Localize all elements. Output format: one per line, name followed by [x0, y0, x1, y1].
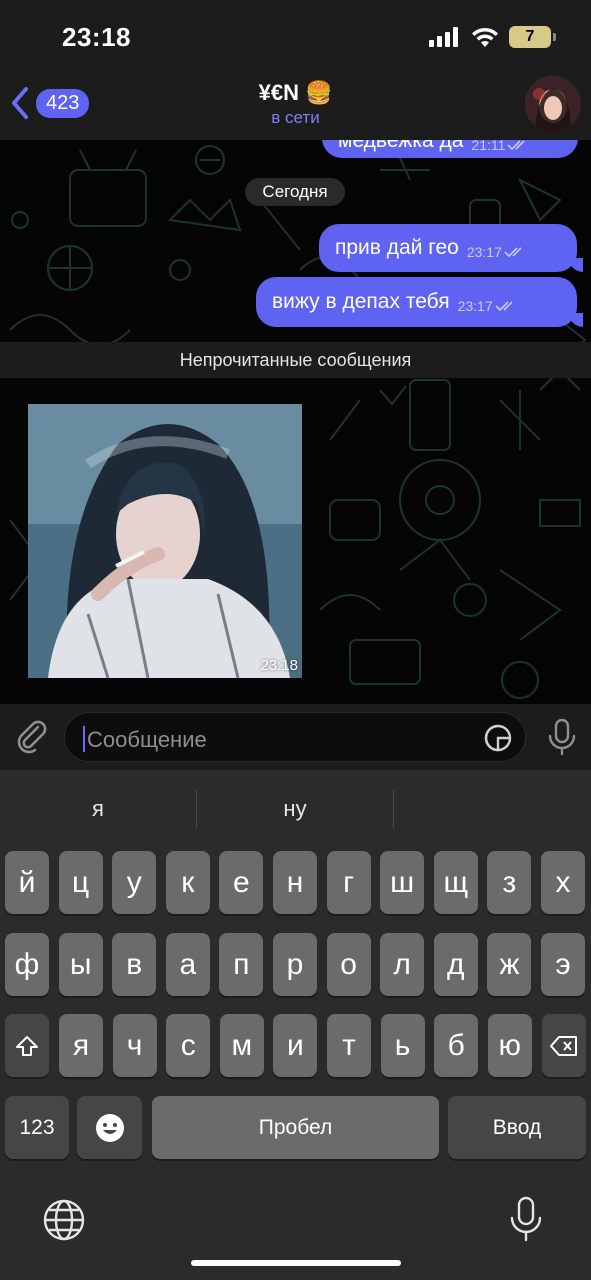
globe-icon [43, 1199, 85, 1241]
space-key[interactable]: Пробел [152, 1096, 439, 1159]
shift-icon [16, 1035, 38, 1056]
key[interactable]: я [59, 1014, 103, 1077]
suggestion-bar: я ну [0, 770, 591, 850]
photo-time: 23:18 [260, 657, 298, 674]
emoji-key[interactable] [77, 1096, 142, 1159]
emoji-icon [95, 1113, 124, 1142]
message-bubble[interactable]: прив дай гео 23:17 [319, 224, 583, 272]
message-text: медвежка да [338, 140, 464, 152]
key[interactable]: ф [5, 933, 49, 996]
key[interactable]: ж [487, 933, 532, 996]
dictation-button[interactable] [509, 1196, 543, 1247]
key[interactable]: ш [380, 851, 425, 914]
unread-messages-separator: Непрочитанные сообщения [0, 342, 591, 378]
double-check-icon [504, 247, 522, 258]
attach-button[interactable] [14, 718, 50, 759]
voice-message-button[interactable] [547, 718, 577, 761]
message-time: 23:17 [467, 244, 526, 260]
chat-area[interactable]: медвежка да 21:11 Сегодня прив дай гео 2… [0, 140, 591, 704]
sticker-icon [484, 724, 512, 752]
key[interactable]: л [380, 933, 425, 996]
home-indicator [191, 1260, 401, 1266]
keyboard: я ну йцукенгшщзх фывапролджэ ячсмитьбю 1… [0, 770, 591, 1280]
message-input[interactable]: Сообщение [64, 712, 526, 762]
return-key[interactable]: Ввод [448, 1096, 586, 1159]
wifi-icon [472, 27, 498, 47]
message-text: прив дай гео [335, 236, 459, 259]
message-placeholder: Сообщение [87, 727, 207, 752]
date-separator: Сегодня [245, 178, 345, 206]
key[interactable]: б [434, 1014, 479, 1077]
backspace-icon [550, 1035, 577, 1056]
title-emoji: 🍔 [304, 80, 333, 105]
signal-icon [429, 27, 458, 47]
key[interactable]: ц [58, 851, 103, 914]
key[interactable]: н [273, 851, 317, 914]
photo-message[interactable]: 23:18 [28, 404, 302, 678]
avatar[interactable] [525, 76, 581, 132]
battery-icon: 7 [509, 26, 556, 48]
message-time: 21:11 [471, 140, 529, 153]
chat-title-text: ¥€N [258, 80, 299, 105]
message-bubble-partial[interactable]: медвежка да 21:11 [322, 140, 578, 158]
key[interactable]: з [487, 851, 532, 914]
message-time: 23:17 [458, 298, 517, 314]
shift-key[interactable] [5, 1014, 49, 1077]
status-icons: 7 [429, 26, 556, 48]
key[interactable]: х [541, 851, 585, 914]
key[interactable]: и [273, 1014, 318, 1077]
key[interactable]: й [5, 851, 49, 914]
key[interactable]: ч [112, 1014, 157, 1077]
chevron-left-icon [12, 87, 28, 119]
avatar-image [525, 76, 581, 132]
double-check-icon [495, 301, 513, 312]
microphone-icon [510, 1196, 542, 1242]
key[interactable]: т [327, 1014, 371, 1077]
chat-header: ¥€N 🍔 в сети 423 [0, 76, 591, 140]
key[interactable]: р [273, 933, 317, 996]
key[interactable]: с [166, 1014, 211, 1077]
paperclip-icon [17, 720, 47, 754]
message-text: вижу в депах тебя [272, 290, 450, 313]
message-bubble[interactable]: вижу в депах тебя 23:17 [256, 277, 583, 327]
unread-count-badge: 423 [36, 88, 90, 118]
key[interactable]: ю [487, 1014, 532, 1077]
globe-button[interactable] [42, 1198, 86, 1247]
suggestion-item[interactable]: я [0, 796, 196, 822]
backspace-key[interactable] [542, 1014, 586, 1077]
key[interactable]: г [326, 851, 371, 914]
key[interactable]: п [219, 933, 264, 996]
chat-title: ¥€N 🍔 [259, 80, 333, 106]
photo-image [28, 404, 302, 678]
sticker-button[interactable] [483, 723, 513, 758]
numbers-key[interactable]: 123 [5, 1096, 69, 1159]
key[interactable]: к [165, 851, 210, 914]
key[interactable]: о [326, 933, 371, 996]
key[interactable]: в [112, 933, 157, 996]
key[interactable]: у [112, 851, 157, 914]
message-input-bar: Сообщение [0, 704, 591, 770]
key[interactable]: ь [380, 1014, 425, 1077]
back-button[interactable]: 423 [10, 86, 90, 120]
suggestion-divider [393, 790, 394, 828]
suggestion-item[interactable]: ну [197, 796, 393, 822]
microphone-icon [548, 718, 576, 756]
key[interactable]: щ [433, 851, 478, 914]
key[interactable]: э [541, 933, 585, 996]
battery-level: 7 [525, 28, 535, 45]
key[interactable]: а [165, 933, 210, 996]
key[interactable]: д [433, 933, 478, 996]
text-caret [83, 726, 85, 752]
status-bar: 23:18 7 [0, 0, 591, 78]
key[interactable]: ы [58, 933, 103, 996]
key[interactable]: м [219, 1014, 264, 1077]
double-check-icon [507, 140, 525, 151]
status-time: 23:18 [62, 22, 131, 52]
key[interactable]: е [219, 851, 264, 914]
